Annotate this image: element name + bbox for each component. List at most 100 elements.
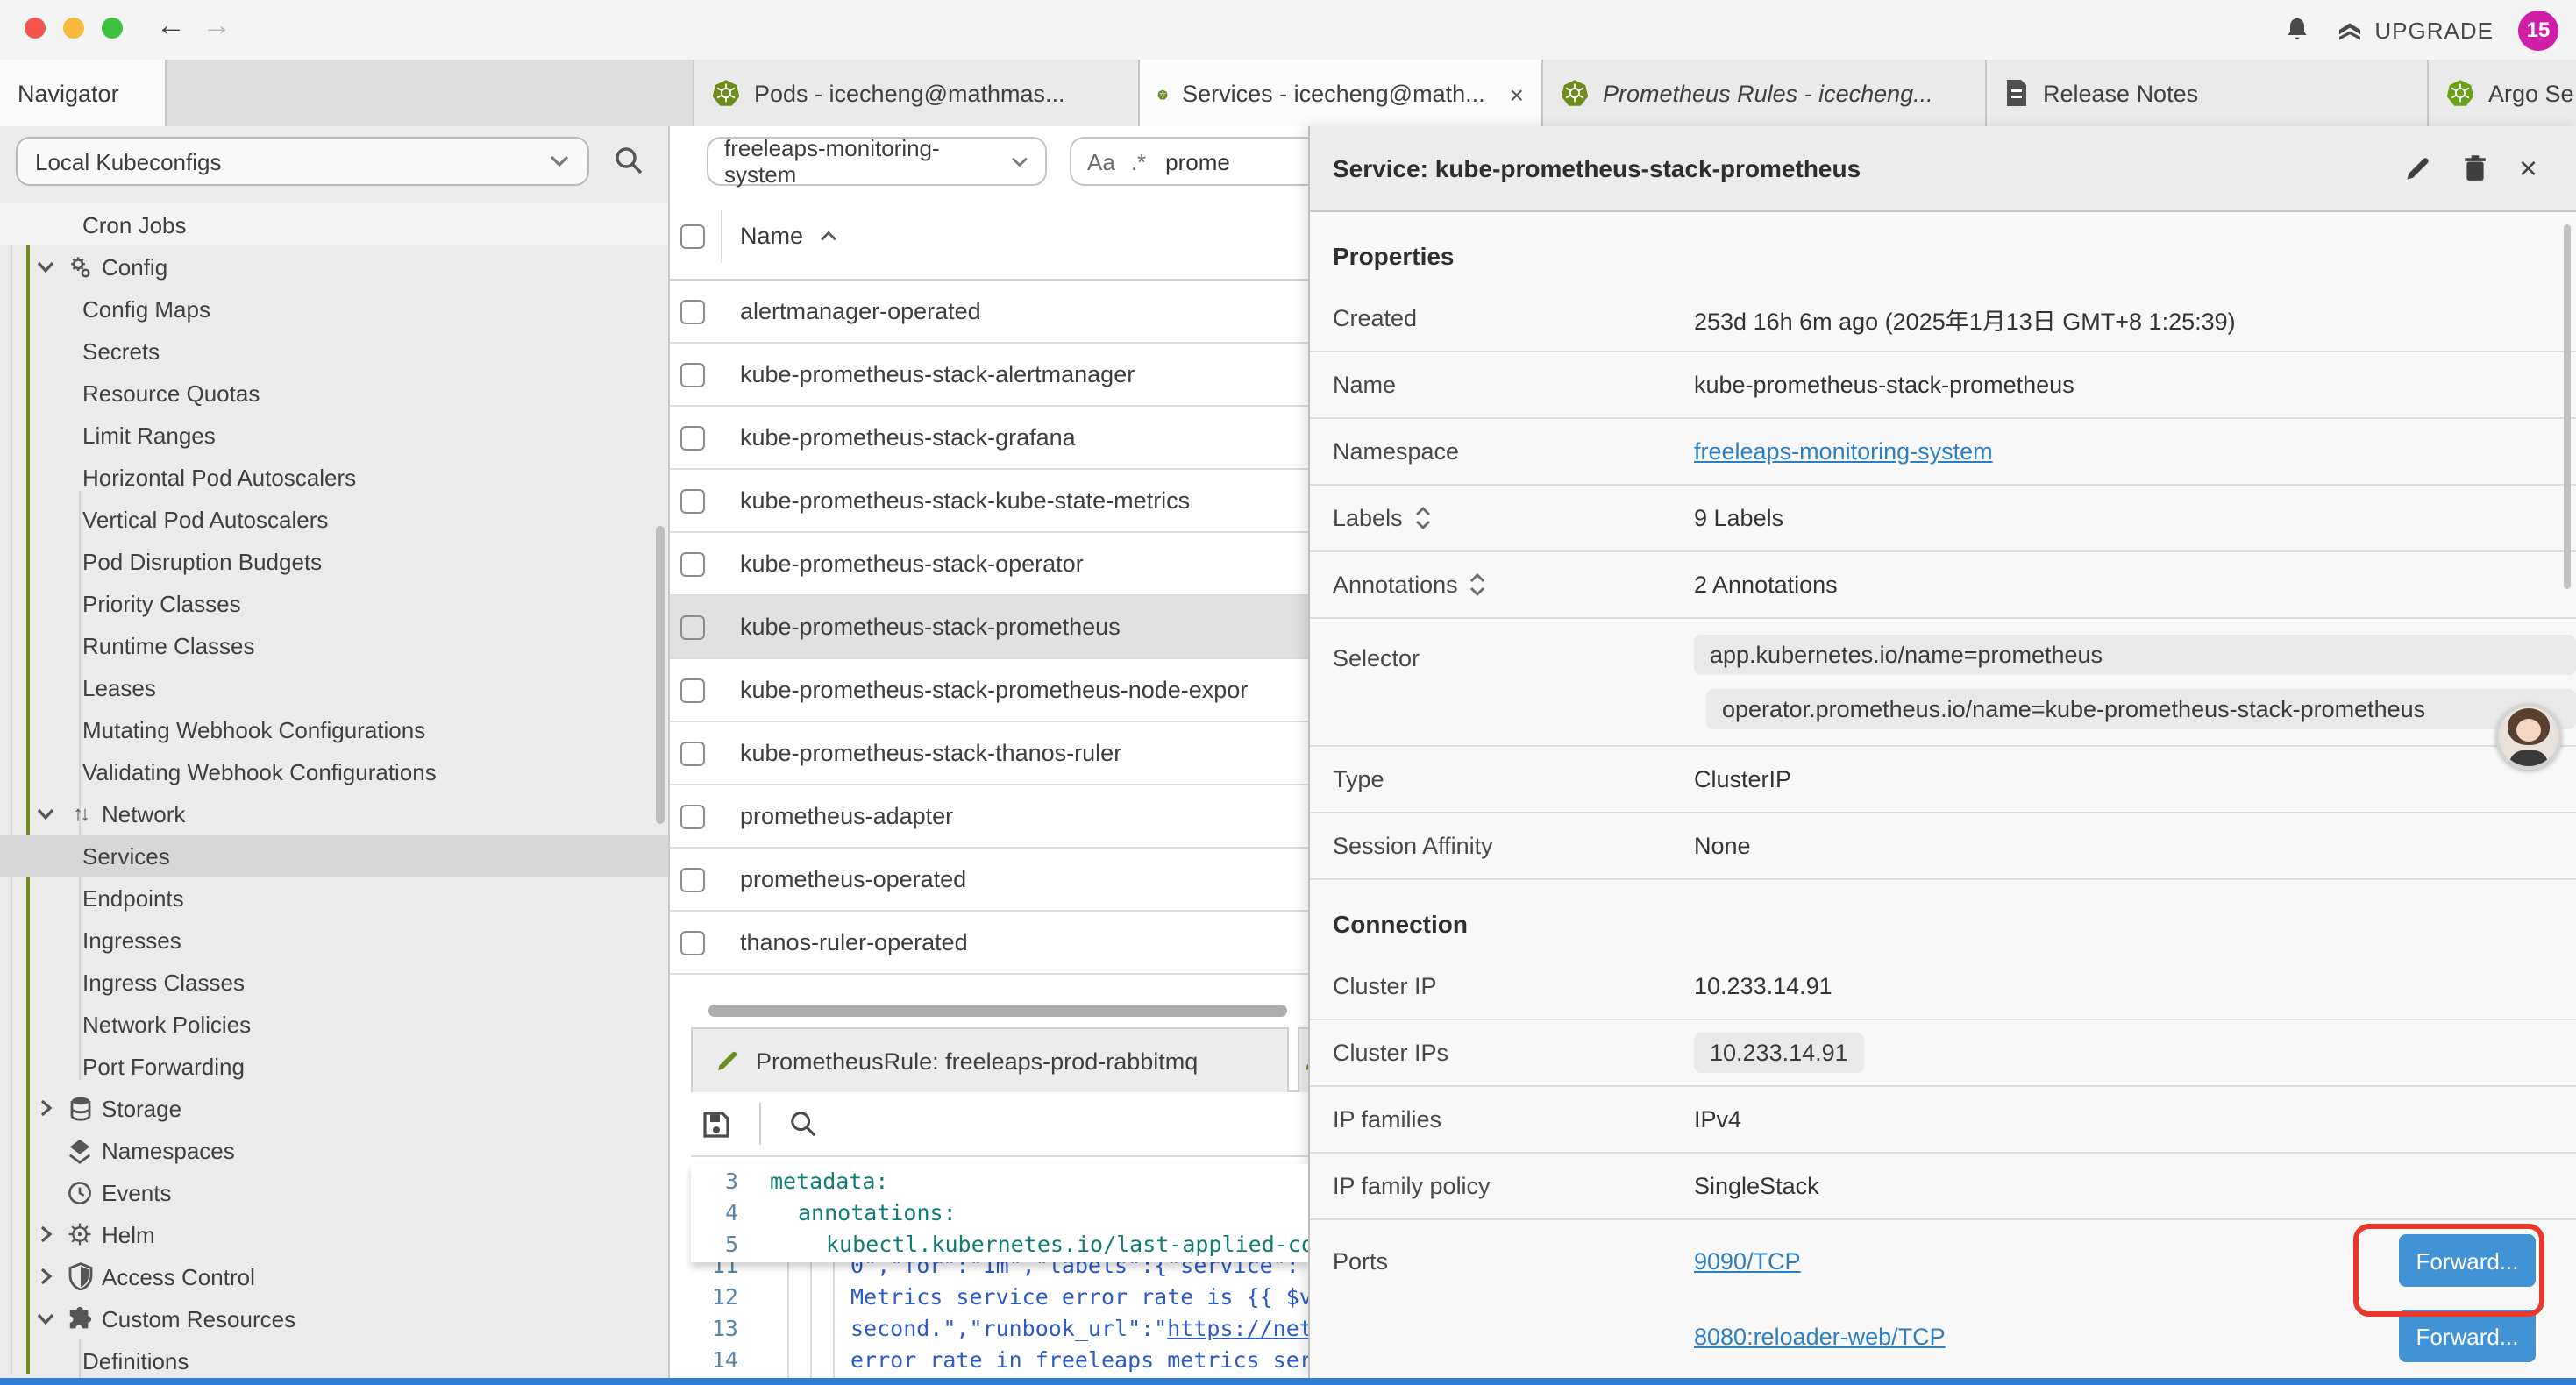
table-row[interactable]: kube-prometheus-stack-alertmanager [670,344,1308,407]
sidebar-item-network-policies[interactable]: Network Policies [0,1003,670,1045]
row-checkbox[interactable] [680,299,705,323]
delete-icon[interactable] [2463,154,2489,182]
forward-button[interactable]: → [202,9,231,44]
name-column-header[interactable]: Name [740,223,838,249]
sidebar-item-vertical-pod-autoscalers[interactable]: Vertical Pod Autoscalers [0,498,670,540]
namespace-select[interactable]: freeleaps-monitoring-system [707,137,1047,186]
sidebar-item-storage[interactable]: Storage [0,1087,670,1129]
row-checkbox[interactable] [680,425,705,450]
table-row[interactable]: prometheus-operated [670,849,1308,912]
sidebar-item-access-control[interactable]: Access Control [0,1255,670,1297]
row-checkbox[interactable] [680,867,705,891]
close-icon[interactable]: × [2519,150,2537,187]
sidebar-item-network[interactable]: ↑↓Network [0,792,670,835]
notifications-bell-icon[interactable] [2283,16,2311,44]
tab-services[interactable]: Services - icecheng@math...× [1140,60,1543,128]
save-icon[interactable] [701,1109,731,1139]
sidebar-item-custom-resources[interactable]: Custom Resources [0,1297,670,1339]
upgrade-button[interactable]: UPGRADE [2336,17,2494,43]
table-row[interactable]: alertmanager-operated [670,281,1308,344]
sidebar-item-horizontal-pod-autoscalers[interactable]: Horizontal Pod Autoscalers [0,456,670,498]
sidebar-item-namespaces[interactable]: Namespaces [0,1129,670,1171]
table-row[interactable]: kube-prometheus-stack-prometheus [670,596,1308,659]
traffic-light-close-icon[interactable] [25,18,46,39]
sidebar-item-events[interactable]: Events [0,1171,670,1213]
sidebar-item-helm[interactable]: Helm [0,1213,670,1255]
sidebar-item-leases[interactable]: Leases [0,666,670,708]
tab-navigator[interactable]: Navigator [0,60,167,126]
table-row[interactable]: kube-prometheus-stack-operator [670,533,1308,596]
yaml-editor[interactable]: 110","for":"1m","labels":{"service":12Me… [691,1164,1308,1378]
sidebar-item-services[interactable]: Services [0,835,670,877]
sidebar-item-ingress-classes[interactable]: Ingress Classes [0,961,670,1003]
user-avatar[interactable] [2495,703,2562,770]
row-checkbox[interactable] [680,488,705,513]
sidebar-item-limit-ranges[interactable]: Limit Ranges [0,414,670,456]
sidebar-item-pod-disruption-budgets[interactable]: Pod Disruption Budgets [0,540,670,582]
sidebar-item-endpoints[interactable]: Endpoints [0,877,670,919]
sidebar-item-priority-classes[interactable]: Priority Classes [0,582,670,624]
namespace-link[interactable]: freeleaps-monitoring-system [1694,438,1993,465]
row-checkbox[interactable] [680,362,705,387]
details-scrollbar[interactable] [2564,224,2571,589]
sidebar-item-config-maps[interactable]: Config Maps [0,288,670,330]
sidebar-item-definitions[interactable]: Definitions [0,1339,670,1378]
sidebar-item-runtime-classes[interactable]: Runtime Classes [0,624,670,666]
select-all-checkbox[interactable] [680,224,705,249]
table-row[interactable]: kube-prometheus-stack-grafana [670,407,1308,470]
row-checkbox[interactable] [680,678,705,702]
match-case-toggle[interactable]: Aa [1087,148,1115,174]
row-checkbox[interactable] [680,930,705,955]
tab-pods[interactable]: Pods - icecheng@mathmas... [693,60,1140,126]
sidebar-item-validating-webhook-configurations[interactable]: Validating Webhook Configurations [0,750,670,792]
editor-tab-fragment[interactable] [1298,1027,1308,1092]
table-row[interactable]: prometheus-adapter [670,785,1308,849]
sidebar-item-config[interactable]: Config [0,245,670,288]
chevron-down-icon [35,256,56,277]
tab-argo[interactable]: Argo Se [2429,60,2576,126]
window-titlebar: ← → UPGRADE 15 [0,0,2576,61]
tab-close-icon[interactable]: × [1510,80,1524,108]
sidebar-item-label: Access Control [102,1263,255,1289]
row-checkbox[interactable] [680,804,705,828]
expand-toggle-icon[interactable] [1470,573,1486,596]
sidebar-item-resource-quotas[interactable]: Resource Quotas [0,372,670,414]
editor-tab-prometheusrule[interactable]: PrometheusRule: freeleaps-prod-rabbitmq [691,1027,1289,1092]
table-horizontal-scrollbar[interactable] [708,1005,1287,1017]
port-link-8080[interactable]: 8080:reloader-web/TCP [1694,1323,1946,1349]
table-row[interactable]: kube-prometheus-stack-kube-state-metrics [670,470,1308,533]
table-row[interactable]: kube-prometheus-stack-thanos-ruler [670,722,1308,785]
sidebar-item-cron-jobs[interactable]: Cron Jobs [0,203,670,245]
row-checkbox[interactable] [680,741,705,765]
back-button[interactable]: ← [156,9,186,44]
sidebar-item-mutating-webhook-configurations[interactable]: Mutating Webhook Configurations [0,708,670,750]
forward-button[interactable]: Forward... [2399,1310,2536,1362]
port-link-9090[interactable]: 9090/TCP [1694,1247,1801,1274]
filter-input[interactable] [1162,146,1274,176]
sidebar-item-secrets[interactable]: Secrets [0,330,670,372]
traffic-light-minimize-icon[interactable] [63,18,84,39]
table-row[interactable]: kube-prometheus-stack-prometheus-node-ex… [670,659,1308,722]
sidebar-item-label: Namespaces [102,1137,235,1163]
kubeconfig-select[interactable]: Local Kubeconfigs [16,137,589,186]
property-row-type: Type ClusterIP [1310,747,2576,813]
edit-icon[interactable] [2405,154,2433,182]
tab-prometheus[interactable]: Prometheus Rules - icecheng... [1543,60,1987,126]
storage-database-icon [68,1095,92,1121]
table-header: Name [670,193,1308,281]
table-row[interactable]: thanos-ruler-operated [670,912,1308,975]
regex-toggle[interactable]: .* [1131,148,1146,174]
sidebar-item-ingresses[interactable]: Ingresses [0,919,670,961]
notification-count-badge[interactable]: 15 [2518,10,2558,50]
sidebar-search-icon[interactable] [614,146,644,175]
sidebar-item-port-forwarding[interactable]: Port Forwarding [0,1045,670,1087]
row-checkbox[interactable] [680,551,705,576]
editor-search-icon[interactable] [789,1110,817,1138]
namespaces-icon [67,1137,93,1163]
sidebar-scrollbar[interactable] [656,526,665,824]
expand-toggle-icon[interactable] [1415,507,1431,529]
row-checkbox[interactable] [680,614,705,639]
sidebar-item-label: Port Forwarding [82,1053,245,1079]
traffic-light-zoom-icon[interactable] [102,18,123,39]
tab-release[interactable]: Release Notes [1987,60,2429,126]
